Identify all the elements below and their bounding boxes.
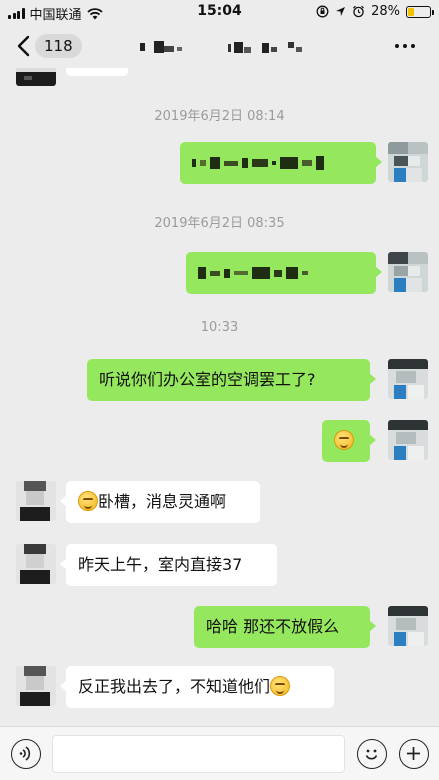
location-icon	[336, 7, 346, 16]
message-bubble-redacted[interactable]	[186, 252, 382, 294]
my-avatar[interactable]	[388, 606, 428, 646]
chevron-left-icon[interactable]	[14, 34, 36, 58]
avatar[interactable]	[16, 68, 56, 86]
my-avatar[interactable]	[388, 252, 428, 292]
my-avatar[interactable]	[388, 420, 428, 460]
battery-percent: 28%	[371, 4, 400, 19]
my-avatar[interactable]	[388, 359, 428, 399]
message-bubble[interactable]: 哈哈 那还不放假么	[194, 606, 376, 648]
message-bubble[interactable]: 卧槽，消息灵通啊	[60, 481, 260, 523]
voice-icon[interactable]	[11, 739, 41, 769]
message-bubble-redacted[interactable]	[180, 142, 382, 184]
more-icon[interactable]	[395, 37, 419, 55]
chat-area[interactable]: 2019年6月2日 08:14 2019年6月2日 08:35 10:33 听说…	[0, 68, 439, 726]
message-bubble[interactable]: 听说你们办公室的空调罢工了?	[87, 359, 376, 401]
blush-emoji-icon	[334, 430, 354, 450]
message-bubble[interactable]: 昨天上午，室内直接37	[60, 544, 277, 586]
status-bar: 中国联通 15:04 28%	[0, 0, 439, 24]
message-text: 卧槽，消息灵通啊	[98, 492, 227, 511]
contact-avatar[interactable]	[16, 481, 56, 521]
battery-icon	[406, 5, 434, 18]
message-bubble-emoji[interactable]	[322, 420, 376, 462]
message-text: 反正我出去了，不知道他们	[78, 677, 271, 696]
message-bubble[interactable]	[66, 68, 128, 76]
message-input[interactable]	[52, 735, 345, 773]
orientation-lock-icon	[316, 5, 329, 18]
message-bubble[interactable]: 反正我出去了，不知道他们	[60, 666, 334, 708]
unread-count-badge[interactable]: 118	[35, 34, 82, 58]
plus-icon[interactable]	[399, 739, 429, 769]
chat-title-redacted	[140, 41, 302, 53]
blush-emoji-icon	[78, 491, 98, 511]
nav-bar: 118	[0, 24, 439, 68]
input-bar	[0, 726, 439, 780]
alarm-icon	[353, 5, 364, 18]
timestamp: 2019年6月2日 08:35	[154, 216, 285, 231]
emoji-icon[interactable]	[357, 739, 387, 769]
my-avatar[interactable]	[388, 142, 428, 182]
timestamp: 2019年6月2日 08:14	[154, 109, 285, 124]
contact-avatar[interactable]	[16, 666, 56, 706]
thinking-emoji-icon	[270, 676, 291, 696]
timestamp: 10:33	[200, 320, 239, 335]
contact-avatar[interactable]	[16, 544, 56, 584]
